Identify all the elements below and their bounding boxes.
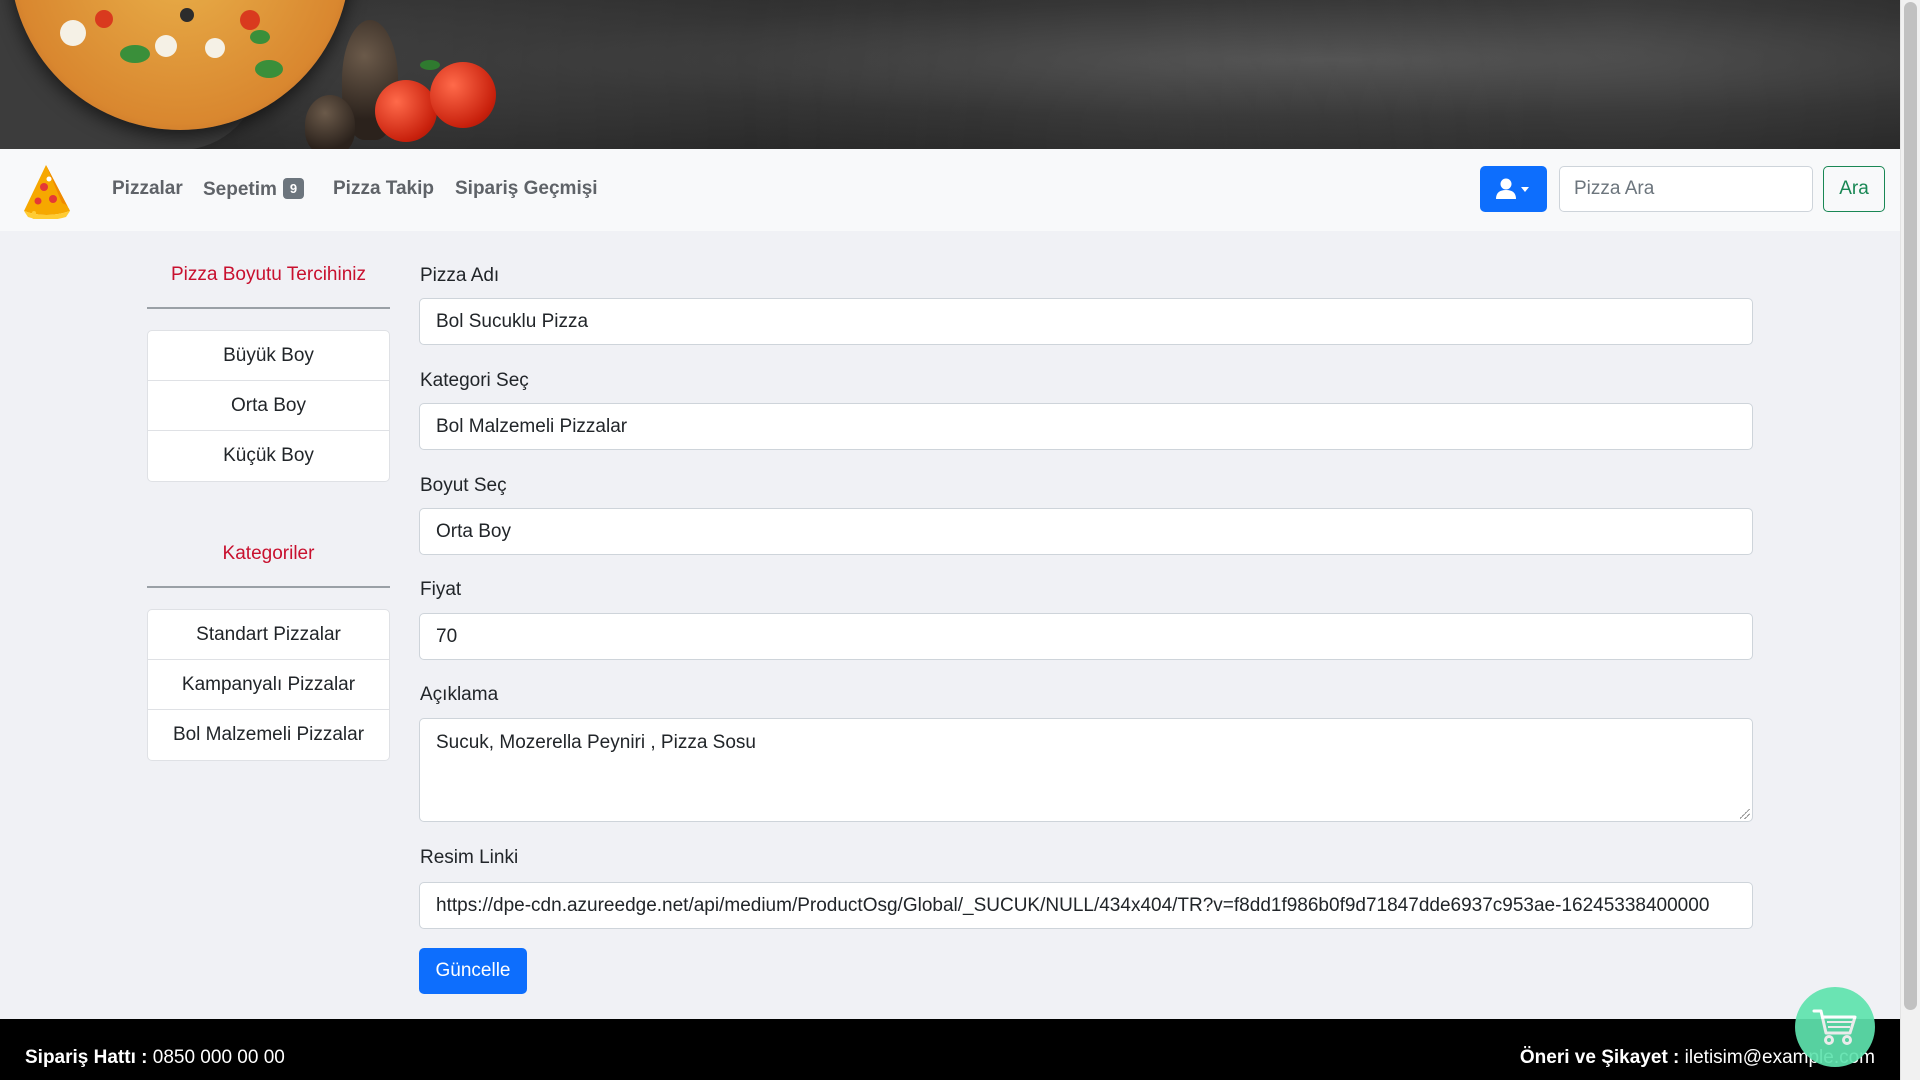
page-scrollbar[interactable]	[1900, 0, 1920, 1080]
category-select-label: Kategori Seç	[420, 370, 529, 391]
search-button[interactable]: Ara	[1823, 166, 1885, 212]
nav-pizzalar[interactable]: Pizzalar	[112, 178, 183, 200]
category-heading: Kategoriler	[222, 543, 315, 564]
description-text: Sucuk, Mozerella Peyniri , Pizza Sosu	[436, 732, 756, 753]
size-item-kucuk[interactable]: Küçük Boy	[148, 431, 389, 481]
description-textarea[interactable]: Sucuk, Mozerella Peyniri , Pizza Sosu	[419, 718, 1753, 822]
size-divider	[147, 307, 390, 309]
size-select-label: Boyut Seç	[420, 475, 507, 496]
category-divider	[147, 586, 390, 588]
size-list: Büyük Boy Orta Boy Küçük Boy	[147, 330, 390, 482]
nav-sepetim[interactable]: Sepetim 9	[203, 178, 305, 201]
scrollbar-thumb[interactable]	[1904, 2, 1917, 1010]
price-label: Fiyat	[420, 579, 462, 600]
nav-sepetim-label: Sepetim	[203, 179, 277, 200]
category-list: Standart Pizzalar Kampanyalı Pizzalar Bo…	[147, 609, 390, 761]
nav-pizza-takip[interactable]: Pizza Takip	[333, 178, 434, 200]
navbar: Pizzalar Sepetim 9 Pizza Takip Sipariş Ge…	[0, 149, 1900, 231]
nav-siparis-gecmisi[interactable]: Sipariş Geçmişi	[455, 178, 598, 200]
category-select[interactable]: Bol Malzemeli Pizzalar	[419, 403, 1753, 450]
category-item-kampanyali[interactable]: Kampanyalı Pizzalar	[148, 660, 389, 710]
user-menu-button[interactable]	[1480, 166, 1547, 212]
size-item-orta[interactable]: Orta Boy	[148, 381, 389, 431]
hotline-number: 0850 000 00 00	[152, 1047, 285, 1068]
size-select[interactable]: Orta Boy	[419, 508, 1753, 555]
hero-banner	[0, 0, 1900, 149]
image-link-label: Resim Linki	[420, 847, 519, 868]
category-item-standart[interactable]: Standart Pizzalar	[148, 610, 389, 660]
description-label: Açıklama	[420, 684, 499, 705]
category-item-bol-malzemeli[interactable]: Bol Malzemeli Pizzalar	[148, 710, 389, 760]
update-button[interactable]: Güncelle	[419, 948, 527, 994]
pizza-name-label: Pizza Adı	[420, 265, 500, 286]
pizza-name-input[interactable]: Bol Sucuklu Pizza	[419, 298, 1753, 345]
shopping-cart-icon	[1812, 1009, 1857, 1045]
size-item-buyuk[interactable]: Büyük Boy	[148, 331, 389, 381]
price-input[interactable]: 70	[419, 613, 1753, 660]
caret-down-icon	[1520, 187, 1529, 192]
search-input[interactable]	[1559, 166, 1813, 212]
floating-cart-button[interactable]	[1795, 987, 1875, 1067]
cart-count-badge: 9	[282, 178, 305, 199]
pizza-slice-logo[interactable]	[20, 161, 72, 219]
user-icon	[1495, 178, 1516, 199]
contact-label: Öneri ve Şikayet :	[1519, 1047, 1680, 1068]
resize-grip-icon[interactable]	[1740, 809, 1750, 819]
hotline-label: Sipariş Hattı :	[25, 1047, 148, 1068]
image-link-input[interactable]: https://dpe-cdn.azureedge.net/api/medium…	[419, 882, 1753, 929]
size-heading: Pizza Boyutu Tercihiniz	[170, 264, 367, 285]
footer: Sipariş Hattı : 0850 000 00 00 Öneri ve …	[0, 1019, 1900, 1080]
hotline: Sipariş Hattı : 0850 000 00 00	[25, 1047, 285, 1069]
